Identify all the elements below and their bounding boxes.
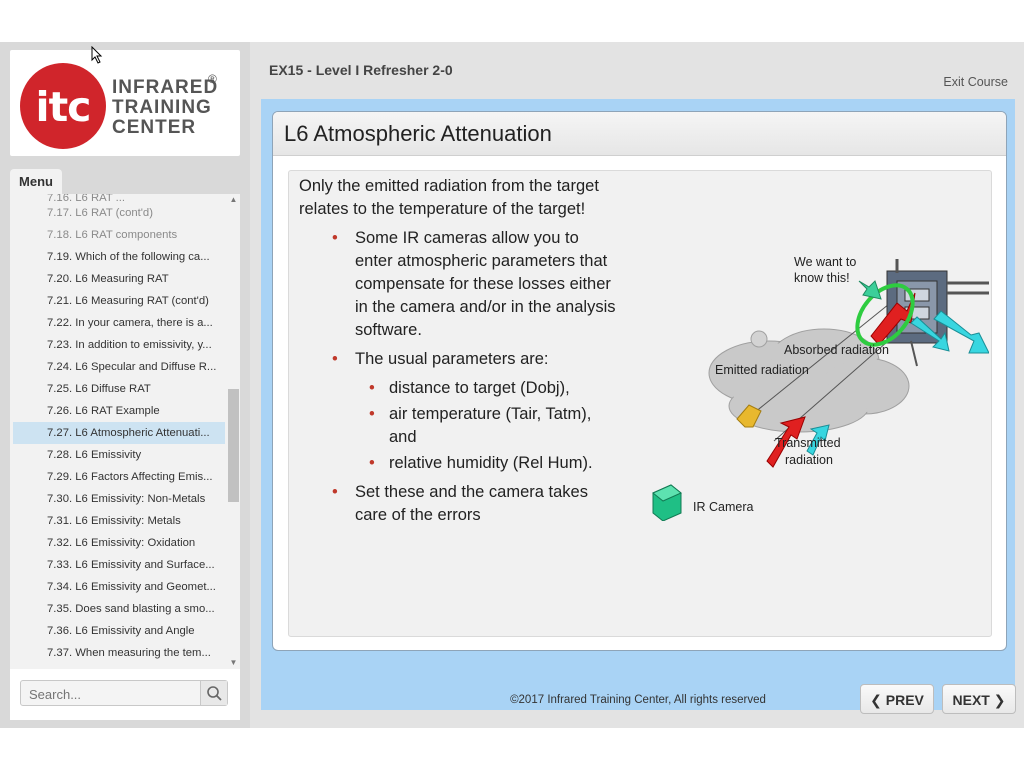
menu-item[interactable]: 7.19. Which of the following ca... (13, 246, 225, 268)
tab-menu[interactable]: Menu (10, 169, 62, 195)
slide-header: L6 Atmospheric Attenuation (273, 112, 1006, 156)
logo-mark: itc (20, 63, 106, 149)
scroll-thumb[interactable] (228, 389, 239, 502)
bullet-item: The usual parameters are: (299, 348, 619, 371)
logo-text: INFRARED TRAINING CENTER (112, 78, 218, 138)
menu-item-active[interactable]: 7.27. L6 Atmospheric Attenuati... (13, 422, 225, 444)
player-frame: itc INFRARED TRAINING CENTER ® Menu 7.16… (0, 42, 1024, 728)
label-transmitted: Transmitted (775, 436, 841, 450)
slide-title: L6 Atmospheric Attenuation (284, 121, 552, 146)
menu-scrollbar[interactable]: ▲ ▼ (227, 194, 240, 669)
scroll-down-icon[interactable]: ▼ (227, 657, 240, 669)
menu-item[interactable]: 7.23. In addition to emissivity, y... (13, 334, 225, 356)
menu-item[interactable]: 7.24. L6 Specular and Diffuse R... (13, 356, 225, 378)
slide-text: Only the emitted radiation from the targ… (299, 175, 619, 533)
sub-bullet-item: distance to target (Dobj), (299, 377, 619, 400)
exit-course-link[interactable]: Exit Course (943, 75, 1008, 89)
menu-item[interactable]: 7.25. L6 Diffuse RAT (13, 378, 225, 400)
menu-item[interactable]: 7.35. Does sand blasting a smo... (13, 598, 225, 620)
menu-item[interactable]: 7.31. L6 Emissivity: Metals (13, 510, 225, 532)
slide-stage: L6 Atmospheric Attenuation Only the emit… (261, 99, 1015, 710)
menu-panel: 7.16. L6 RAT ... 7.17. L6 RAT (cont'd) 7… (10, 194, 240, 669)
search-field (20, 680, 228, 707)
menu-item[interactable]: 7.17. L6 RAT (cont'd) (13, 202, 225, 224)
menu-list: 7.16. L6 RAT ... 7.17. L6 RAT (cont'd) 7… (13, 194, 225, 664)
course-title: EX15 - Level I Refresher 2-0 (269, 62, 453, 78)
logo-line-1: INFRARED (112, 77, 219, 98)
logo: itc INFRARED TRAINING CENTER ® (10, 50, 240, 156)
label-emitted: Emitted radiation (715, 363, 809, 377)
search-input[interactable] (21, 681, 211, 707)
menu-item[interactable]: 7.33. L6 Emissivity and Surface... (13, 554, 225, 576)
registered-mark: ® (208, 72, 217, 86)
menu-item[interactable]: 7.34. L6 Emissivity and Geomet... (13, 576, 225, 598)
search-icon[interactable] (200, 681, 227, 705)
bullet-item: Some IR cameras allow you to enter atmos… (299, 227, 619, 342)
ir-camera-icon (652, 484, 682, 521)
label-transmitted-2: radiation (785, 453, 833, 467)
sidebar: itc INFRARED TRAINING CENTER ® Menu 7.16… (0, 42, 250, 728)
slide: L6 Atmospheric Attenuation Only the emit… (272, 111, 1007, 651)
slide-content: Only the emitted radiation from the targ… (288, 170, 992, 637)
prev-label: PREV (885, 692, 924, 708)
menu-item[interactable]: 7.22. In your camera, there is a... (13, 312, 225, 334)
sub-bullet-item: air temperature (Tair, Tatm), and (299, 403, 619, 449)
logo-mark-text: itc (35, 83, 92, 131)
menu-item[interactable]: 7.36. L6 Emissivity and Angle (13, 620, 225, 642)
pointer-arrow-green (858, 280, 882, 300)
logo-line-2: TRAINING (112, 97, 212, 118)
menu-item[interactable]: 7.21. L6 Measuring RAT (cont'd) (13, 290, 225, 312)
scroll-up-icon[interactable]: ▲ (227, 194, 240, 206)
menu-item[interactable]: 7.30. L6 Emissivity: Non-Metals (13, 488, 225, 510)
chevron-right-icon: ❯ (993, 692, 1006, 708)
menu-item[interactable]: 7.37. When measuring the tem... (13, 642, 225, 664)
intro-text: Only the emitted radiation from the targ… (299, 177, 599, 218)
label-absorbed: Absorbed radiation (784, 343, 889, 357)
chevron-left-icon: ❮ (870, 692, 882, 708)
menu-item[interactable]: 7.29. L6 Factors Affecting Emis... (13, 466, 225, 488)
search-area (10, 669, 240, 720)
sub-bullet-item: relative humidity (Rel Hum). (299, 452, 619, 475)
label-we-want: We want to (794, 255, 856, 269)
menu-item[interactable]: 7.32. L6 Emissivity: Oxidation (13, 532, 225, 554)
bullet-item: Set these and the camera takes care of t… (299, 481, 619, 527)
menu-item[interactable]: 7.26. L6 RAT Example (13, 400, 225, 422)
menu-item[interactable]: 7.28. L6 Emissivity (13, 444, 225, 466)
mouse-cursor-icon (91, 46, 103, 64)
logo-line-3: CENTER (112, 117, 197, 138)
menu-item[interactable]: 7.20. L6 Measuring RAT (13, 268, 225, 290)
label-we-want-2: know this! (794, 271, 850, 285)
label-ir-camera: IR Camera (693, 500, 753, 514)
menu-item[interactable]: 7.16. L6 RAT ... (13, 194, 225, 202)
menu-item[interactable]: 7.18. L6 RAT components (13, 224, 225, 246)
next-button[interactable]: NEXT ❯ (942, 684, 1016, 714)
next-label: NEXT (952, 692, 990, 708)
attenuation-diagram: We want to know this! Absorbed radiation… (652, 255, 989, 521)
prev-button[interactable]: ❮ PREV (860, 684, 934, 714)
